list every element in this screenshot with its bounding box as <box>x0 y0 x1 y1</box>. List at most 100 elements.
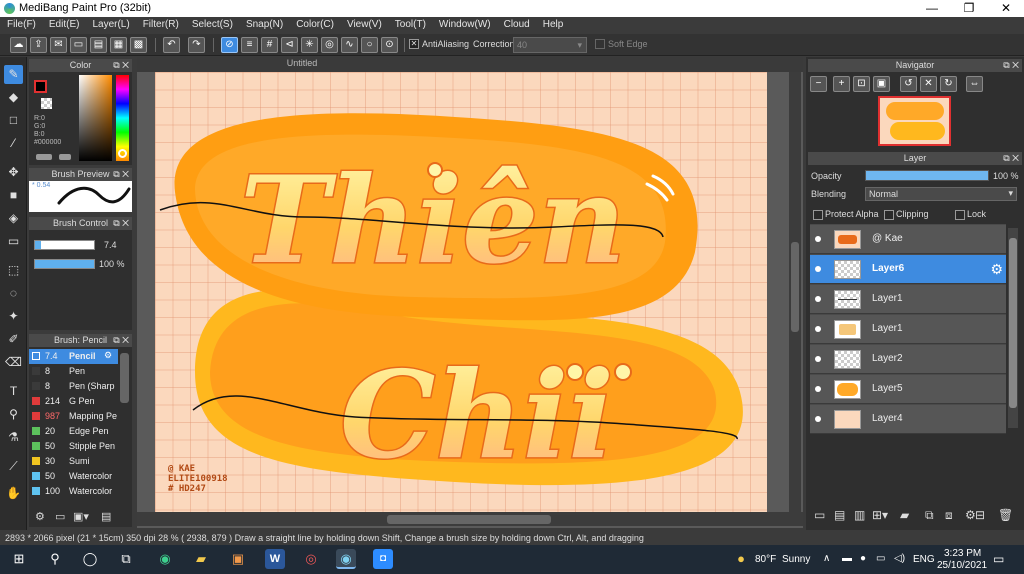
layer-visibility-icon[interactable] <box>815 296 821 302</box>
parallel-snap-icon[interactable]: ≡ <box>241 37 258 53</box>
add-layer-menu-icon[interactable]: ⊞▾ <box>872 508 888 522</box>
new-brush-icon[interactable]: ▭ <box>55 510 65 523</box>
select-pen-icon[interactable]: ✐ <box>4 330 23 349</box>
cloud-icon[interactable]: ☁ <box>10 37 27 53</box>
blending-select[interactable]: Normal ▾ <box>865 187 1017 201</box>
brush-size-slider[interactable] <box>34 240 95 250</box>
menu-edit[interactable]: Edit(E) <box>42 17 86 34</box>
fit-window-icon[interactable]: ⊡ <box>853 76 870 92</box>
clock-time[interactable]: 3:23 PM <box>944 548 981 559</box>
layer-item[interactable]: Layer6 ⚙ <box>810 255 1006 284</box>
medibang-taskbar-icon[interactable]: ◉ <box>336 549 356 569</box>
hue-slider-handle[interactable] <box>118 149 127 158</box>
foreground-color[interactable] <box>34 80 47 93</box>
layer-item[interactable]: Layer5 <box>810 375 1006 404</box>
lock-checkbox[interactable] <box>955 210 965 220</box>
blur-tool-icon[interactable]: ⁄ <box>4 134 23 153</box>
new-layer-icon[interactable]: ▭ <box>814 508 825 522</box>
brush-item[interactable]: 30 Sumi <box>29 454 118 469</box>
close-button[interactable]: ✕ <box>988 0 1024 17</box>
zoom-out-icon[interactable]: − <box>810 76 827 92</box>
menu-layer[interactable]: Layer(L) <box>85 17 135 34</box>
brush-item[interactable]: 8 Pen <box>29 364 118 379</box>
layer-item[interactable]: Layer1 <box>810 315 1006 344</box>
brush-opacity-slider[interactable] <box>34 259 95 269</box>
layer-properties-icon[interactable]: ⊟ <box>975 508 985 522</box>
correction-select[interactable]: 40 ▾ <box>513 37 587 53</box>
layer-visibility-icon[interactable] <box>815 326 821 332</box>
layer-item[interactable]: Layer2 <box>810 345 1006 374</box>
add-brush-icon[interactable]: ⚙ <box>35 510 45 523</box>
rotate-left-icon[interactable]: ↺ <box>900 76 917 92</box>
color-saturation-square[interactable] <box>79 75 112 161</box>
brush-item[interactable]: 100 Watercolor <box>29 484 118 499</box>
layer-item[interactable]: Layer1 <box>810 285 1006 314</box>
vanishing-snap-icon[interactable]: ⊲ <box>281 37 298 53</box>
snap-off-icon[interactable]: ⊘ <box>221 37 238 53</box>
brush-menu-icon[interactable]: ▣▾ <box>73 510 89 523</box>
canvas-vertical-scrollbar[interactable] <box>789 72 801 512</box>
eyedropper-tool-icon[interactable]: ⚗ <box>4 428 23 447</box>
volume-icon[interactable]: ◁) <box>894 553 905 564</box>
actual-size-icon[interactable]: ▣ <box>873 76 890 92</box>
move-tool-icon[interactable]: ✥ <box>4 163 23 182</box>
menu-filter[interactable]: Filter(R) <box>136 17 185 34</box>
panel-controls[interactable]: ⧉ ✕ <box>113 59 129 72</box>
layer-visibility-icon[interactable] <box>815 416 821 422</box>
network-icon[interactable]: ▬ <box>842 553 852 564</box>
page-icon[interactable]: ▤ <box>90 37 107 53</box>
soft-edge-checkbox[interactable] <box>595 39 605 49</box>
notification-icon[interactable]: ▭ <box>993 552 1004 566</box>
chevron-up-icon[interactable]: ∧ <box>823 553 830 564</box>
new-8bit-layer-icon[interactable]: ▥ <box>854 508 865 522</box>
pages-icon[interactable]: ▦ <box>110 37 127 53</box>
brush-item[interactable]: 20 Edge Pen <box>29 424 118 439</box>
panel-controls[interactable]: ⧉ ✕ <box>113 168 129 181</box>
rotate-right-icon[interactable]: ↻ <box>940 76 957 92</box>
minimize-button[interactable]: — <box>914 0 950 17</box>
zoom-in-icon[interactable]: + <box>833 76 850 92</box>
gear-icon[interactable]: ⚙ <box>104 350 112 361</box>
magic-wand-icon[interactable]: ✦ <box>4 307 23 326</box>
menu-snap[interactable]: Snap(N) <box>239 17 289 34</box>
clock-date[interactable]: 25/10/2021 <box>937 560 987 571</box>
microphone-icon[interactable]: ● <box>860 553 866 564</box>
new-page-icon[interactable]: ▭ <box>70 37 87 53</box>
store-icon[interactable]: ▣ <box>228 549 248 569</box>
canvas-horizontal-scrollbar[interactable] <box>137 512 803 526</box>
layer-visibility-icon[interactable] <box>815 386 821 392</box>
dot-tool-icon[interactable]: □ <box>4 111 23 130</box>
scroll-thumb[interactable] <box>387 515 551 524</box>
brush-list-scrollbar[interactable] <box>120 353 129 403</box>
menu-help[interactable]: Help <box>536 17 570 34</box>
background-color[interactable] <box>41 98 52 109</box>
color-swap-toggle[interactable] <box>59 154 71 160</box>
redo-icon[interactable]: ↷ <box>188 37 205 53</box>
protect-alpha-checkbox[interactable] <box>813 210 823 220</box>
text-tool-icon[interactable]: T <box>4 382 23 401</box>
brush-item[interactable]: 50 Watercolor <box>29 469 118 484</box>
language-indicator[interactable]: ENG <box>913 554 935 565</box>
panel-controls[interactable]: ⧉ ✕ <box>113 334 129 347</box>
select-eraser-icon[interactable]: ⌫ <box>4 353 23 372</box>
layer-item[interactable]: Layer4 <box>810 405 1006 434</box>
brush-item[interactable]: 8 Pen (Sharp <box>29 379 118 394</box>
scroll-thumb[interactable] <box>791 242 799 332</box>
eraser-tool-icon[interactable]: ◆ <box>4 88 23 107</box>
hand-tool-icon[interactable]: ✋ <box>4 484 23 503</box>
edge-browser-icon[interactable]: ◉ <box>155 549 175 569</box>
shape-fill-icon[interactable]: ■ <box>4 186 23 205</box>
select-tool-icon[interactable]: ⬚ <box>4 261 23 280</box>
merge-layer-icon[interactable]: ⧈ <box>945 508 953 523</box>
menu-select[interactable]: Select(S) <box>185 17 239 34</box>
brush-item[interactable]: 987 Mapping Pe <box>29 409 118 424</box>
layer-list-scrollbar[interactable] <box>1008 228 1018 428</box>
flip-icon[interactable]: ⇔ <box>966 76 983 92</box>
panel-controls[interactable]: ⧉ ✕ <box>1003 152 1019 165</box>
maximize-button[interactable]: ❐ <box>951 0 987 17</box>
menu-cloud[interactable]: Cloud <box>497 17 536 34</box>
battery-icon[interactable]: ▭ <box>876 553 885 564</box>
layer-opacity-slider[interactable] <box>865 170 989 181</box>
search-icon[interactable]: ⚲ <box>45 549 65 569</box>
layer-item[interactable]: @ Kae <box>810 225 1006 254</box>
